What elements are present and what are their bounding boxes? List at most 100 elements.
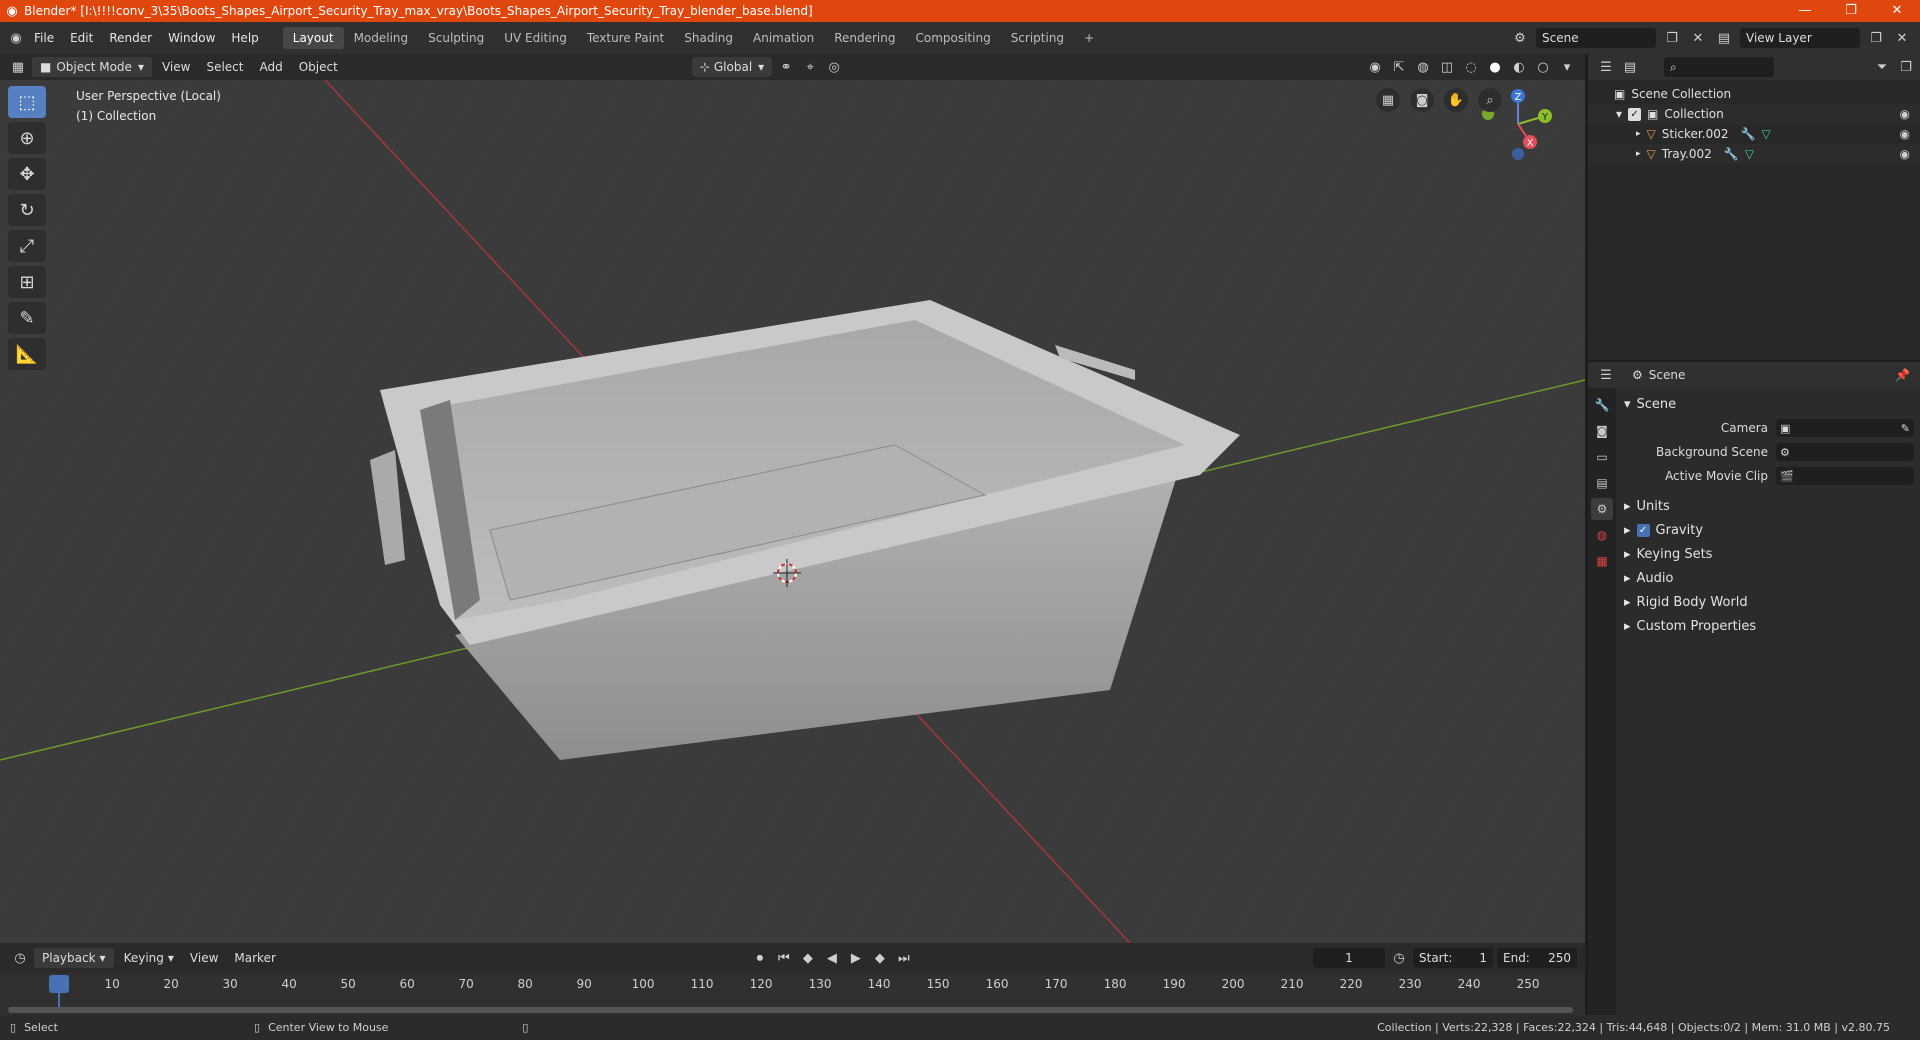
- menu-render[interactable]: Render: [101, 31, 160, 45]
- timeline-editor-icon[interactable]: ◷: [10, 948, 30, 968]
- collection-checkbox[interactable]: ✓: [1628, 107, 1642, 121]
- editor-type-icon[interactable]: ▦: [8, 57, 28, 77]
- next-keyframe-icon[interactable]: ◆: [870, 948, 890, 968]
- start-frame-field[interactable]: Start: 1: [1413, 948, 1493, 968]
- modifier-wrench-icon[interactable]: 🔧: [1740, 127, 1755, 141]
- view-layer-selector[interactable]: View Layer: [1740, 28, 1860, 48]
- rotate-tool-icon[interactable]: ↻: [8, 194, 46, 226]
- play-reverse-icon[interactable]: ◀: [822, 948, 842, 968]
- menu-view[interactable]: View: [156, 60, 196, 74]
- menu-add[interactable]: Add: [253, 60, 288, 74]
- rendered-shading-icon[interactable]: ○: [1533, 57, 1553, 77]
- eye-icon[interactable]: ◉: [1900, 147, 1910, 161]
- play-icon[interactable]: ▶: [846, 948, 866, 968]
- tab-texture-paint[interactable]: Texture Paint: [577, 27, 674, 49]
- outliner-search-input[interactable]: ⌕: [1664, 57, 1774, 77]
- gravity-panel[interactable]: ▸ ✓ Gravity: [1624, 518, 1914, 542]
- end-frame-field[interactable]: End: 250: [1497, 948, 1577, 968]
- measure-tool-icon[interactable]: 📐: [8, 338, 46, 370]
- current-frame-field[interactable]: 1: [1313, 948, 1385, 968]
- new-view-layer-icon[interactable]: ❐: [1866, 28, 1886, 48]
- tab-sculpting[interactable]: Sculpting: [418, 27, 494, 49]
- add-workspace-button[interactable]: +: [1074, 27, 1104, 49]
- tab-compositing[interactable]: Compositing: [905, 27, 1000, 49]
- pin-icon[interactable]: 📌: [1895, 368, 1910, 382]
- material-shading-icon[interactable]: ◐: [1509, 57, 1529, 77]
- gizmo-toggle-icon[interactable]: ⇱: [1389, 57, 1409, 77]
- snap-icon[interactable]: ⌖: [800, 57, 820, 77]
- tab-shading[interactable]: Shading: [674, 27, 743, 49]
- grid-view-icon[interactable]: ▦: [1376, 88, 1400, 112]
- rigid-body-world-panel[interactable]: ▸ Rigid Body World: [1624, 590, 1914, 614]
- menu-select[interactable]: Select: [200, 60, 249, 74]
- world-tab-icon[interactable]: ◍: [1591, 524, 1613, 546]
- mode-selector[interactable]: ■ Object Mode ▾: [32, 57, 152, 77]
- eye-icon[interactable]: ◉: [1900, 127, 1910, 141]
- prev-keyframe-icon[interactable]: ◆: [798, 948, 818, 968]
- eye-icon[interactable]: ◉: [1900, 107, 1910, 121]
- delete-view-layer-icon[interactable]: ✕: [1892, 28, 1912, 48]
- record-icon[interactable]: ⏺: [750, 948, 770, 968]
- scale-tool-icon[interactable]: ⤢: [8, 230, 46, 262]
- eyedropper-icon[interactable]: ✎: [1901, 422, 1910, 435]
- pan-hand-icon[interactable]: ✋: [1444, 88, 1468, 112]
- blender-menu-icon[interactable]: ◉: [6, 28, 26, 48]
- render-tab-icon[interactable]: ◙: [1591, 420, 1613, 442]
- menu-timeline-view[interactable]: View: [184, 951, 224, 965]
- jump-start-icon[interactable]: ⏮: [774, 948, 794, 968]
- jump-end-icon[interactable]: ⏭: [894, 948, 914, 968]
- orientation-selector[interactable]: ⊹ Global ▾: [691, 57, 773, 77]
- menu-playback[interactable]: Playback ▾: [34, 948, 114, 968]
- delete-scene-icon[interactable]: ✕: [1688, 28, 1708, 48]
- keying-sets-panel[interactable]: ▸ Keying Sets: [1624, 542, 1914, 566]
- custom-properties-panel[interactable]: ▸ Custom Properties: [1624, 614, 1914, 638]
- select-box-tool-icon[interactable]: ⬚: [8, 86, 46, 118]
- menu-edit[interactable]: Edit: [62, 31, 101, 45]
- active-movie-clip-field[interactable]: 🎬: [1776, 467, 1914, 485]
- menu-marker[interactable]: Marker: [228, 951, 281, 965]
- view-layer-icon[interactable]: ▤: [1714, 28, 1734, 48]
- outliner-item-sticker[interactable]: ▸ ▽ Sticker.002 🔧 ▽ ◉: [1588, 124, 1920, 144]
- background-scene-field[interactable]: ⚙: [1776, 443, 1914, 461]
- audio-panel[interactable]: ▸ Audio: [1624, 566, 1914, 590]
- scene-icon[interactable]: ⚙: [1510, 28, 1530, 48]
- timeline-ruler[interactable]: 1102030405060708090100110120130140150160…: [0, 973, 1585, 1015]
- output-tab-icon[interactable]: ▭: [1591, 446, 1613, 468]
- annotate-tool-icon[interactable]: ✎: [8, 302, 46, 334]
- minimize-button[interactable]: —: [1782, 0, 1828, 22]
- view-layer-tab-icon[interactable]: ▤: [1591, 472, 1613, 494]
- scene-selector[interactable]: Scene: [1536, 28, 1656, 48]
- outliner-item-tray[interactable]: ▸ ▽ Tray.002 🔧 ▽ ◉: [1588, 144, 1920, 164]
- tool-tab-icon[interactable]: 🔧: [1591, 394, 1613, 416]
- move-tool-icon[interactable]: ✥: [8, 158, 46, 190]
- scene-panel-header[interactable]: ▾ Scene: [1624, 392, 1914, 416]
- maximize-button[interactable]: ❐: [1828, 0, 1874, 22]
- camera-view-icon[interactable]: ◙: [1410, 88, 1434, 112]
- tab-scripting[interactable]: Scripting: [1001, 27, 1074, 49]
- wireframe-shading-icon[interactable]: ◌: [1461, 57, 1481, 77]
- menu-keying[interactable]: Keying ▾: [118, 951, 180, 965]
- transform-tool-icon[interactable]: ⊞: [8, 266, 46, 298]
- mesh-data-icon[interactable]: ▽: [1745, 147, 1754, 161]
- expand-arrow-icon[interactable]: ▸: [1636, 129, 1641, 139]
- tab-animation[interactable]: Animation: [743, 27, 824, 49]
- outliner-item-scene-collection[interactable]: ▣ Scene Collection: [1588, 84, 1920, 104]
- outliner-editor-icon[interactable]: ☰: [1596, 57, 1616, 77]
- modifier-wrench-icon[interactable]: 🔧: [1724, 147, 1739, 161]
- overlay-toggle-icon[interactable]: ◍: [1413, 57, 1433, 77]
- scene-tab-icon[interactable]: ⚙: [1591, 498, 1613, 520]
- menu-help[interactable]: Help: [223, 31, 266, 45]
- clock-icon[interactable]: ◷: [1389, 948, 1409, 968]
- proportional-edit-icon[interactable]: ◎: [824, 57, 844, 77]
- timeline-scrollbar[interactable]: [8, 1007, 1573, 1013]
- playhead[interactable]: [49, 975, 69, 993]
- expand-arrow-icon[interactable]: ▾: [1616, 107, 1622, 121]
- mesh-data-icon[interactable]: ▽: [1761, 127, 1770, 141]
- 3d-viewport[interactable]: Z Y X: [0, 80, 1585, 943]
- tab-layout[interactable]: Layout: [282, 27, 344, 49]
- properties-editor-icon[interactable]: ☰: [1596, 365, 1616, 385]
- visibility-icon[interactable]: ◉: [1365, 57, 1385, 77]
- pivot-icon[interactable]: ⚭: [776, 57, 796, 77]
- tab-modeling[interactable]: Modeling: [344, 27, 419, 49]
- zoom-icon[interactable]: ⌕: [1478, 88, 1502, 112]
